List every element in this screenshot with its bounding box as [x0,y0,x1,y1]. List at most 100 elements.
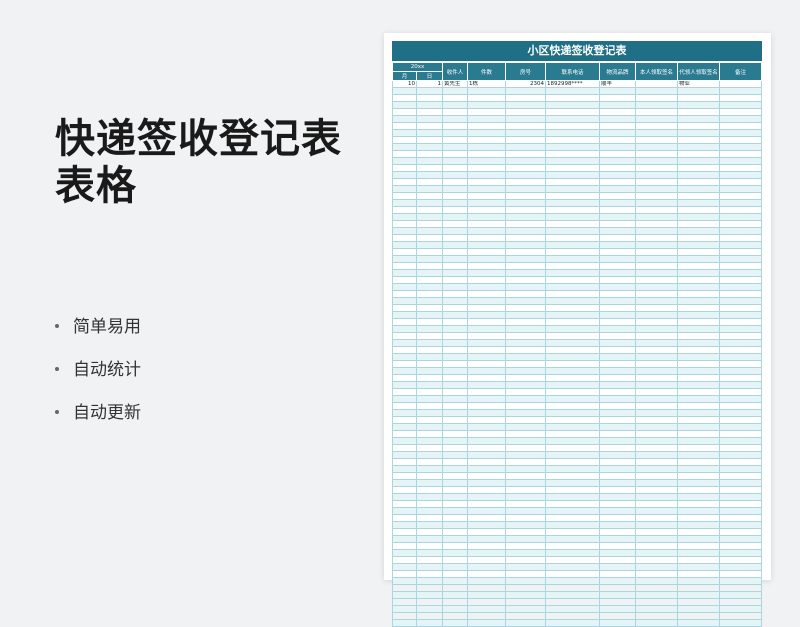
table-cell[interactable] [505,416,547,424]
table-cell[interactable] [392,297,417,305]
table-cell[interactable] [415,276,444,284]
table-cell[interactable] [442,507,469,515]
table-cell[interactable] [719,227,763,235]
table-cell[interactable] [545,563,601,571]
table-cell[interactable] [442,325,469,333]
table-cell[interactable] [505,479,547,487]
table-cell[interactable] [677,388,721,396]
table-cell[interactable] [392,437,417,445]
table-cell[interactable] [719,101,763,109]
table-cell[interactable] [505,360,547,368]
table-cell[interactable] [635,381,679,389]
table-cell[interactable] [392,381,417,389]
table-cell[interactable] [415,220,444,228]
table-cell[interactable] [392,353,417,361]
table-cell[interactable] [467,185,507,193]
table-cell[interactable] [392,374,417,382]
table-cell[interactable] [599,619,637,627]
table-cell[interactable] [467,535,507,543]
table-cell[interactable] [719,255,763,263]
table-cell[interactable] [545,381,601,389]
table-cell[interactable] [545,248,601,256]
table-cell[interactable] [467,115,507,123]
table-cell[interactable] [505,101,547,109]
table-cell[interactable] [719,409,763,417]
table-cell[interactable] [415,570,444,578]
table-cell[interactable] [677,521,721,529]
table-cell[interactable] [392,416,417,424]
table-cell[interactable] [505,430,547,438]
table-cell[interactable] [415,598,444,606]
table-cell[interactable] [467,283,507,291]
table-cell[interactable] [677,157,721,165]
table-cell[interactable] [505,451,547,459]
table-cell[interactable] [392,458,417,466]
table-cell[interactable] [635,605,679,613]
table-cell[interactable] [677,563,721,571]
table-cell[interactable] [392,206,417,214]
table-cell[interactable] [599,430,637,438]
table-cell[interactable] [677,472,721,480]
table-cell[interactable] [415,136,444,144]
table-cell[interactable] [442,164,469,172]
table-cell[interactable] [415,500,444,508]
table-cell[interactable] [442,192,469,200]
table-cell[interactable] [677,493,721,501]
table-cell[interactable]: 10 [392,80,417,88]
table-cell[interactable] [467,360,507,368]
table-cell[interactable] [415,108,444,116]
table-cell[interactable] [392,465,417,473]
table-cell[interactable] [442,493,469,501]
table-cell[interactable] [467,465,507,473]
table-cell[interactable] [635,430,679,438]
table-cell[interactable] [677,479,721,487]
table-cell[interactable] [415,430,444,438]
table-cell[interactable] [719,164,763,172]
table-cell[interactable] [719,325,763,333]
table-cell[interactable] [635,157,679,165]
table-cell[interactable] [505,346,547,354]
table-cell[interactable] [635,584,679,592]
table-cell[interactable] [392,346,417,354]
table-cell[interactable] [467,234,507,242]
table-cell[interactable] [599,486,637,494]
table-cell[interactable] [415,115,444,123]
table-cell[interactable] [635,598,679,606]
table-cell[interactable] [545,94,601,102]
table-cell[interactable] [719,500,763,508]
table-cell[interactable] [392,171,417,179]
table-cell[interactable] [392,199,417,207]
table-cell[interactable] [467,556,507,564]
table-cell[interactable] [392,339,417,347]
table-cell[interactable] [719,479,763,487]
table-cell[interactable] [442,171,469,179]
table-cell[interactable] [635,143,679,151]
table-cell[interactable] [599,605,637,613]
table-cell[interactable] [505,507,547,515]
table-cell[interactable] [635,164,679,172]
table-cell[interactable] [505,304,547,312]
table-cell[interactable] [415,360,444,368]
table-cell[interactable] [467,570,507,578]
table-cell[interactable] [505,493,547,501]
table-cell[interactable] [719,143,763,151]
table-cell[interactable] [599,388,637,396]
table-cell[interactable] [677,332,721,340]
table-cell[interactable] [415,409,444,417]
table-cell[interactable] [635,423,679,431]
table-cell[interactable] [392,185,417,193]
table-cell[interactable] [599,199,637,207]
table-cell[interactable] [442,458,469,466]
table-cell[interactable] [677,311,721,319]
table-cell[interactable] [719,178,763,186]
table-cell[interactable] [442,108,469,116]
table-cell[interactable] [545,290,601,298]
table-cell[interactable] [415,213,444,221]
table-cell[interactable] [467,486,507,494]
table-cell[interactable] [635,122,679,130]
table-cell[interactable] [442,255,469,263]
table-cell[interactable] [719,423,763,431]
table-cell[interactable] [505,374,547,382]
table-cell[interactable] [635,276,679,284]
table-cell[interactable] [677,612,721,620]
